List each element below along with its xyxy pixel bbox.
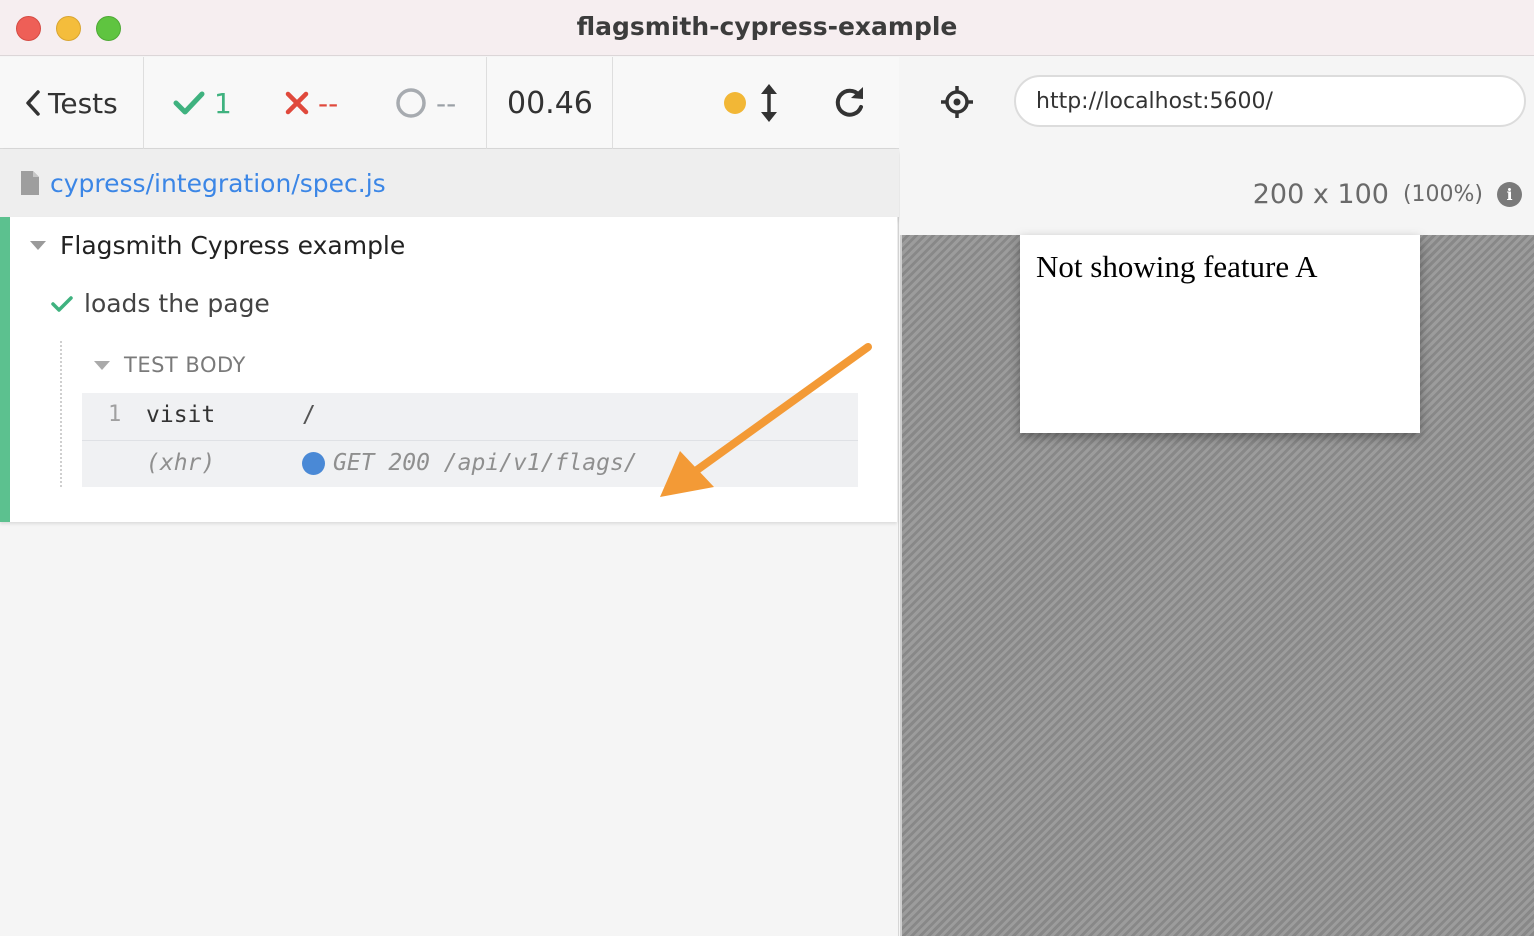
chevron-left-icon <box>26 90 40 116</box>
xhr-message-text: GET 200 /api/v1/flags/ <box>333 450 638 476</box>
test-title: loads the page <box>84 289 270 318</box>
info-icon[interactable]: i <box>1497 182 1522 207</box>
pending-count: -- <box>394 83 456 123</box>
duration-timer: 00.46 <box>507 85 593 121</box>
window-title: flagsmith-cypress-example <box>576 12 958 41</box>
command-number: 1 <box>108 402 122 427</box>
reporter-panel: Tests 1 -- -- 00.46 cypress/integration/… <box>0 57 899 936</box>
toolbar-divider <box>486 57 487 149</box>
reload-icon[interactable] <box>832 85 866 121</box>
command-message: GET 200 /api/v1/flags/ <box>302 450 638 476</box>
tests-back-button[interactable]: Tests <box>20 83 118 123</box>
check-icon <box>51 295 73 312</box>
aut-toolbar: http://localhost:5600/ 200 x 100 (100%) … <box>900 57 1534 235</box>
toolbar-divider <box>143 57 144 149</box>
x-icon <box>285 91 309 115</box>
annotation-arrow-icon <box>660 343 872 497</box>
command-message: / <box>302 402 316 428</box>
title-bar: flagsmith-cypress-example <box>0 0 1534 56</box>
command-name: visit <box>146 402 216 428</box>
passed-count: 1 <box>172 83 232 123</box>
running-status-dot <box>724 92 746 114</box>
auto-scroll-toggle-icon[interactable] <box>758 83 780 123</box>
viewport-size: 200 x 100 <box>1252 179 1389 210</box>
toolbar-divider <box>612 57 613 149</box>
tests-label: Tests <box>48 86 118 120</box>
aut-panel: http://localhost:5600/ 200 x 100 (100%) … <box>900 57 1534 936</box>
viewport-scale: (100%) <box>1402 182 1483 207</box>
check-icon <box>173 91 205 115</box>
caret-down-icon <box>30 241 46 250</box>
aut-page-text: Not showing feature A <box>1036 249 1318 284</box>
url-bar[interactable]: http://localhost:5600/ <box>1014 75 1526 127</box>
spec-header: cypress/integration/spec.js <box>0 149 899 217</box>
suite-title-row[interactable]: Flagsmith Cypress example <box>30 231 405 260</box>
viewport-info: 200 x 100 (100%) i <box>1253 179 1522 210</box>
xhr-status-dot <box>302 451 325 475</box>
test-title-row[interactable]: loads the page <box>50 289 270 318</box>
caret-down-icon <box>94 360 110 370</box>
file-icon <box>21 171 39 195</box>
test-body-title: TEST BODY <box>124 353 246 377</box>
aut-stage: Not showing feature A <box>900 235 1534 936</box>
test-body-toggle[interactable]: TEST BODY <box>94 353 246 377</box>
failed-count: -- <box>284 83 338 123</box>
reporter-toolbar: Tests 1 -- -- 00.46 <box>0 57 899 149</box>
app-window: flagsmith-cypress-example Tests 1 -- -- … <box>0 0 1534 936</box>
crosshair-icon[interactable] <box>940 85 974 119</box>
command-name: (xhr) <box>146 450 216 476</box>
circle-outline-icon <box>396 88 426 118</box>
suite-title: Flagsmith Cypress example <box>60 231 406 260</box>
spec-file-link[interactable]: cypress/integration/spec.js <box>50 169 386 198</box>
aut-iframe[interactable]: Not showing feature A <box>1020 235 1420 433</box>
